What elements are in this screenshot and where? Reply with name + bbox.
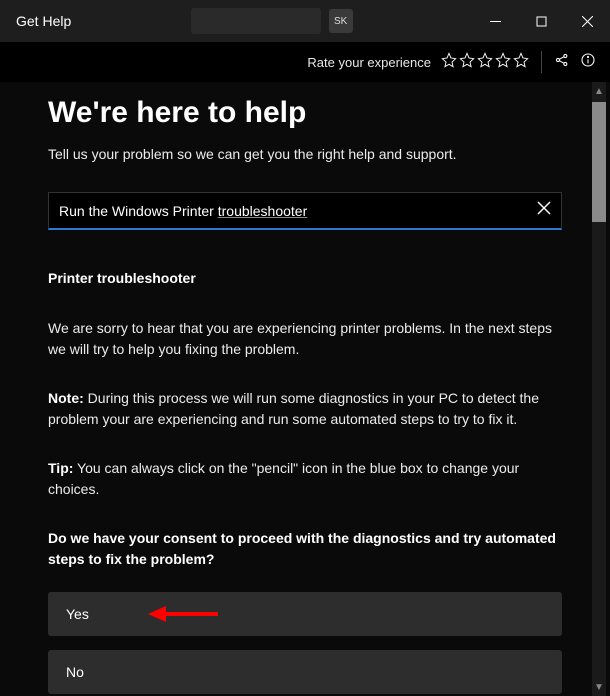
consent-yes-label: Yes [66,606,89,622]
section-heading: Printer troubleshooter [48,270,562,286]
note-label: Note: [48,390,84,406]
intro-paragraph: We are sorry to hear that you are experi… [48,318,562,360]
maximize-button[interactable] [518,0,564,42]
scrollbar-thumb[interactable] [592,102,606,222]
titlebar-center-box [191,8,321,34]
consent-no-button[interactable]: No [48,650,562,694]
tip-paragraph: Tip: You can always click on the "pencil… [48,458,562,500]
info-icon[interactable] [580,52,596,73]
toolbar: Rate your experience [0,42,610,82]
star-icon[interactable] [477,52,493,73]
scroll-down-arrow-icon[interactable]: ▼ [592,680,606,694]
clear-search-button[interactable] [537,201,551,220]
minimize-icon [490,16,501,27]
search-text-underlined: troubleshooter [218,203,308,219]
scroll-area[interactable]: We're here to help Tell us your problem … [0,82,610,696]
tip-body: You can always click on the "pencil" ico… [48,460,519,497]
close-icon [537,201,551,215]
search-input[interactable]: Run the Windows Printer troubleshooter [48,192,562,230]
tip-label: Tip: [48,460,73,476]
consent-no-label: No [66,664,84,680]
minimize-button[interactable] [472,0,518,42]
app-title: Get Help [16,13,71,29]
rating-stars[interactable] [441,52,529,73]
page-subtitle: Tell us your problem so we can get you t… [48,146,562,162]
titlebar: Get Help SK [0,0,610,42]
rate-label: Rate your experience [307,55,431,70]
scroll-up-arrow-icon[interactable]: ▲ [592,84,606,98]
window-controls [472,0,610,42]
share-icon[interactable] [554,52,570,73]
titlebar-center: SK [71,8,472,34]
search-text: Run the Windows Printer troubleshooter [59,203,537,219]
arrow-annotation [148,602,220,626]
close-icon [582,16,593,27]
note-body: During this process we will run some dia… [48,390,539,427]
star-icon[interactable] [441,52,457,73]
content-wrapper: We're here to help Tell us your problem … [0,82,610,696]
star-icon[interactable] [513,52,529,73]
star-icon[interactable] [495,52,511,73]
star-icon[interactable] [459,52,475,73]
avatar[interactable]: SK [329,9,353,33]
maximize-icon [536,16,547,27]
consent-question: Do we have your consent to proceed with … [48,528,562,570]
close-button[interactable] [564,0,610,42]
search-text-plain: Run the Windows Printer [59,203,218,219]
divider [541,51,542,73]
note-paragraph: Note: During this process we will run so… [48,388,562,430]
page-title: We're here to help [48,96,562,130]
consent-yes-button[interactable]: Yes [48,592,562,636]
